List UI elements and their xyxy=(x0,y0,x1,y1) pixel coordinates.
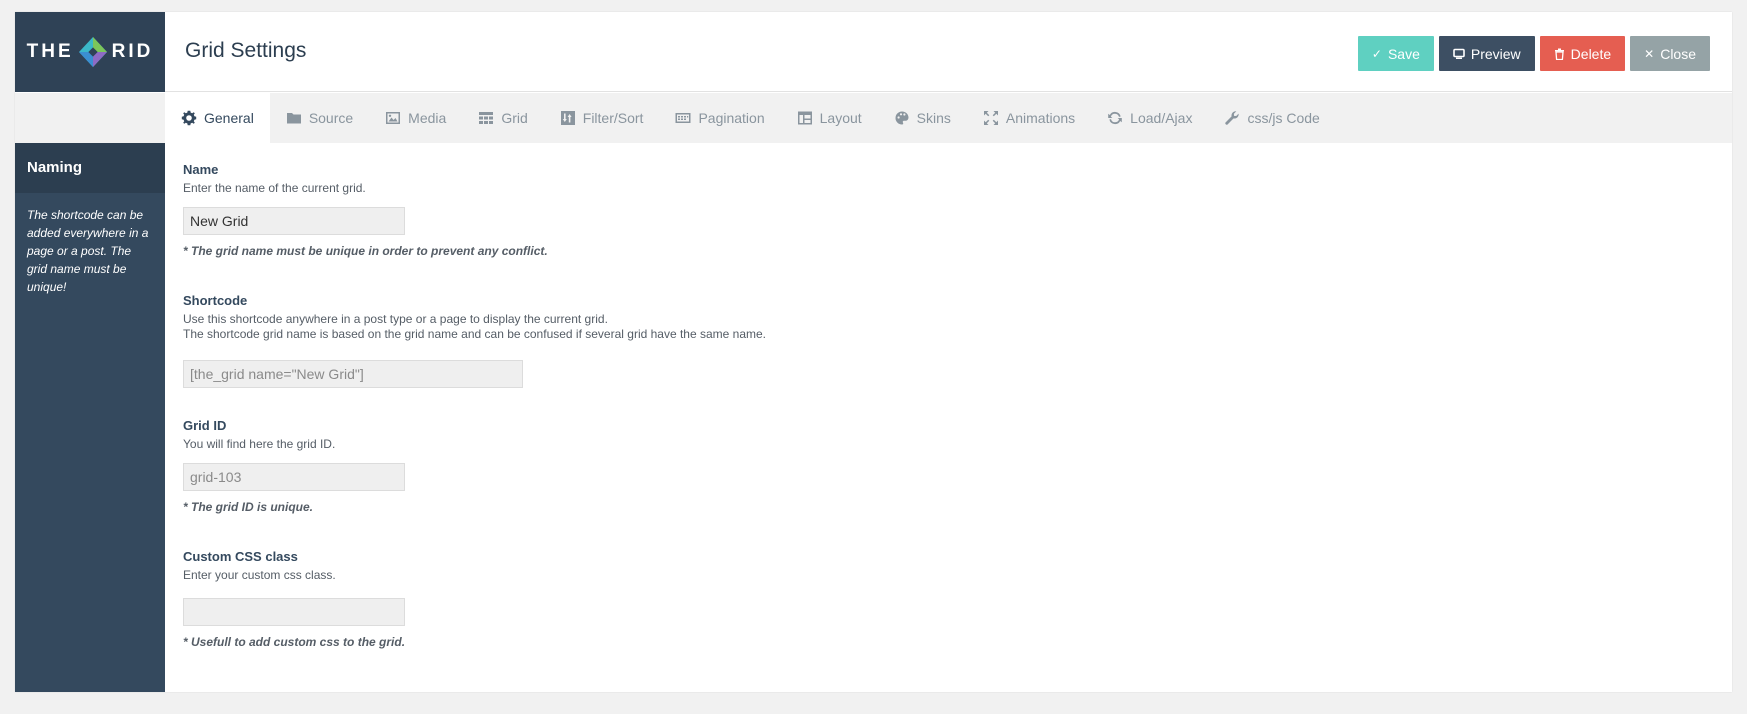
tab-label: General xyxy=(204,110,254,126)
tab-label: Layout xyxy=(819,110,862,126)
layout-icon xyxy=(797,111,812,125)
tab-label: Filter/Sort xyxy=(582,110,644,126)
settings-panel: THE RID Grid Settings ✓ Save Preview Del… xyxy=(15,12,1732,692)
tab-label: Load/Ajax xyxy=(1130,110,1193,126)
tab-css-js-code[interactable]: css/js Code xyxy=(1208,93,1335,143)
shortcode-field-group: Shortcode Use this shortcode anywhere in… xyxy=(183,293,766,388)
grid-id-field-group: Grid ID You will find here the grid ID. … xyxy=(183,418,405,514)
page-title: Grid Settings xyxy=(185,39,307,62)
close-label: Close xyxy=(1660,45,1696,62)
tab-general[interactable]: General xyxy=(165,93,270,143)
monitor-icon xyxy=(1453,48,1465,59)
name-description: Enter the name of the current grid. xyxy=(183,181,366,195)
tab-bar: General Source Media Grid Filter/Sort Pa… xyxy=(15,93,1732,143)
save-button[interactable]: ✓ Save xyxy=(1357,36,1434,71)
css-class-input[interactable] xyxy=(183,598,405,626)
action-bar: ✓ Save Preview Delete ✕ Close xyxy=(1357,36,1710,71)
section-description: The shortcode can be added everywhere in… xyxy=(27,208,149,294)
grid-id-label: Grid ID xyxy=(183,418,227,433)
refresh-icon xyxy=(1108,111,1122,125)
check-icon: ✓ xyxy=(1371,46,1382,61)
logo: THE RID xyxy=(15,12,165,92)
grid-icon xyxy=(479,112,494,124)
tab-layout[interactable]: Layout xyxy=(781,93,878,143)
palette-icon xyxy=(895,111,909,125)
grid-id-description: You will find here the grid ID. xyxy=(183,437,336,451)
shortcode-description-2: The shortcode grid name is based on the … xyxy=(183,327,767,341)
name-input[interactable] xyxy=(183,207,405,235)
logo-word-left: THE xyxy=(26,41,74,62)
css-class-field-group: Custom CSS class Enter your custom css c… xyxy=(183,549,405,649)
close-icon: ✕ xyxy=(1644,46,1655,61)
tab-media[interactable]: Media xyxy=(369,93,462,143)
shortcode-input[interactable] xyxy=(183,360,523,388)
name-note: * The grid name must be unique in order … xyxy=(183,244,548,258)
tab-label: Skins xyxy=(916,110,951,126)
css-class-label: Custom CSS class xyxy=(183,549,298,564)
css-class-note: * Usefull to add custom css to the grid. xyxy=(183,635,406,649)
save-label: Save xyxy=(1387,45,1420,62)
tab-label: css/js Code xyxy=(1247,110,1320,126)
name-field-group: Name Enter the name of the current grid.… xyxy=(183,162,548,258)
tab-grid[interactable]: Grid xyxy=(462,93,543,143)
folder-icon xyxy=(286,113,301,124)
wrench-icon xyxy=(1225,111,1240,125)
grid-id-note: * The grid ID is unique. xyxy=(183,500,314,514)
filter-icon xyxy=(560,111,575,125)
tab-label: Pagination xyxy=(698,110,765,126)
shortcode-description-1: Use this shortcode anywhere in a post ty… xyxy=(183,312,608,326)
delete-button[interactable]: Delete xyxy=(1539,36,1626,71)
tab-source[interactable]: Source xyxy=(270,93,369,143)
tabs: General Source Media Grid Filter/Sort Pa… xyxy=(165,93,1336,143)
name-label: Name xyxy=(183,162,219,177)
tab-skins[interactable]: Skins xyxy=(878,93,967,143)
logo-text: THE RID xyxy=(27,35,154,69)
tab-label: Animations xyxy=(1005,110,1076,126)
pagination-icon xyxy=(675,113,691,123)
expand-icon xyxy=(983,111,998,125)
tab-label: Source xyxy=(308,110,354,126)
section-sidebar: Naming The shortcode can be added everyw… xyxy=(15,143,165,692)
tab-label: Media xyxy=(408,110,447,126)
tab-animations[interactable]: Animations xyxy=(967,93,1091,143)
tab-load-ajax[interactable]: Load/Ajax xyxy=(1091,93,1208,143)
tab-filter-sort[interactable]: Filter/Sort xyxy=(544,93,660,143)
image-icon xyxy=(386,112,401,124)
css-class-description: Enter your custom css class. xyxy=(183,568,336,582)
logo-word-right: RID xyxy=(111,41,154,62)
delete-label: Delete xyxy=(1570,45,1612,62)
header: THE RID Grid Settings ✓ Save Preview Del… xyxy=(15,12,1732,92)
preview-button[interactable]: Preview xyxy=(1438,36,1535,71)
gear-icon xyxy=(181,110,197,126)
section-title: Naming xyxy=(15,143,165,193)
tab-label: Grid xyxy=(501,110,528,126)
logo-mark-icon xyxy=(78,37,107,67)
tab-pagination[interactable]: Pagination xyxy=(659,93,780,143)
grid-id-input[interactable] xyxy=(183,463,405,491)
trash-icon xyxy=(1554,48,1564,60)
preview-label: Preview xyxy=(1470,45,1521,62)
shortcode-label: Shortcode xyxy=(183,293,248,308)
close-button[interactable]: ✕ Close xyxy=(1630,36,1710,71)
